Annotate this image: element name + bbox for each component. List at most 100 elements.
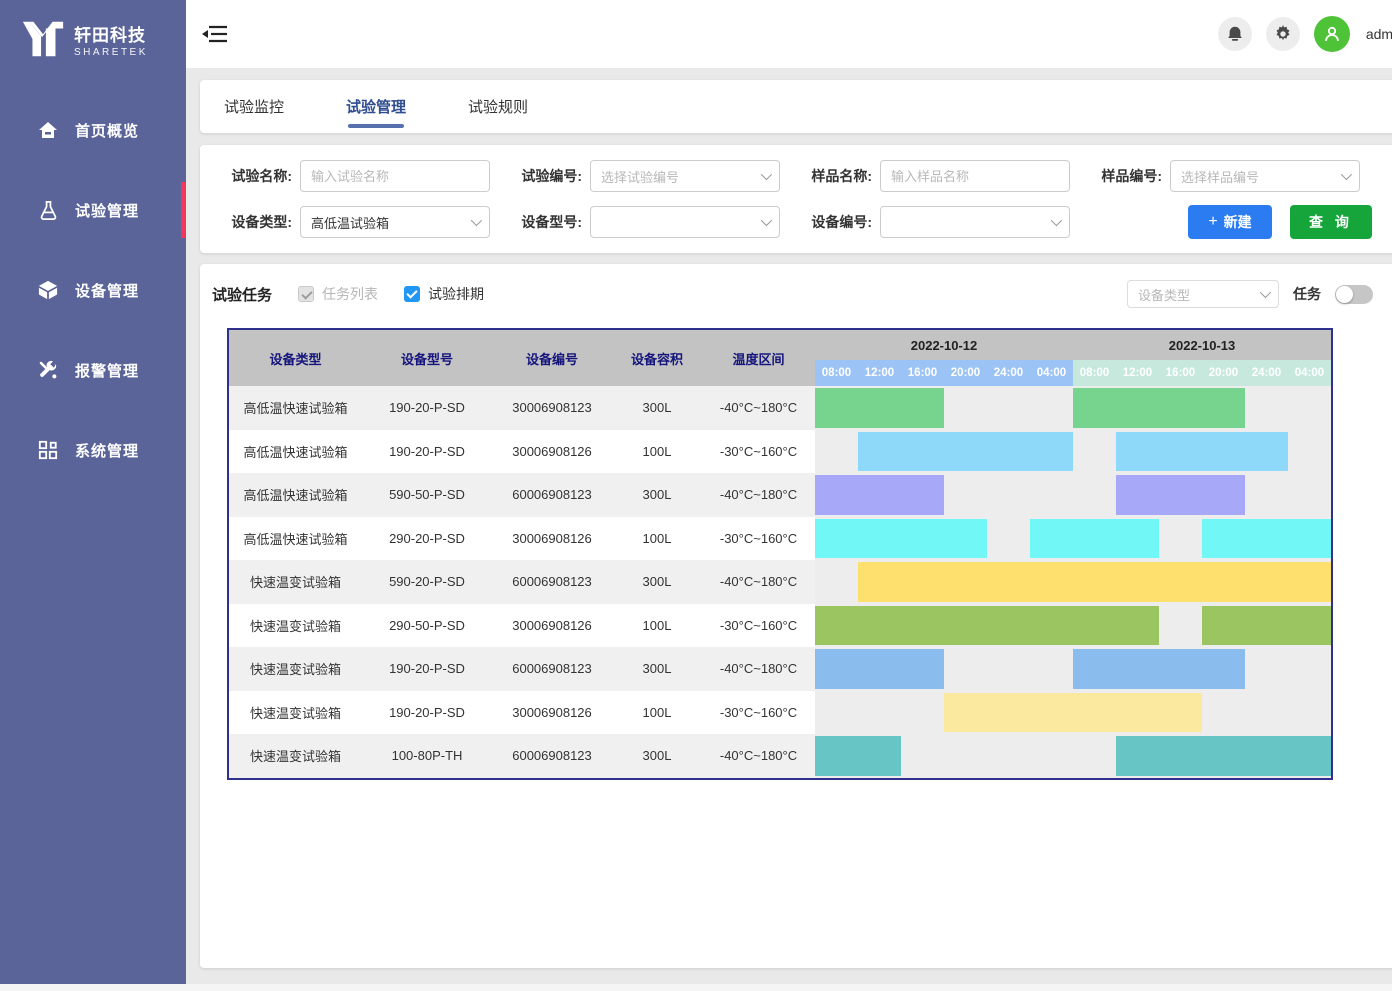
gantt-bar[interactable] bbox=[815, 736, 901, 776]
sample-name-input[interactable] bbox=[880, 160, 1070, 192]
gantt-track bbox=[815, 691, 1331, 735]
table-row: 高低温快速试验箱190-20-P-SD30006908126100L-30°C~… bbox=[229, 430, 1331, 474]
gantt-bar[interactable] bbox=[815, 388, 944, 428]
tab-test-management[interactable]: 试验管理 bbox=[344, 80, 408, 133]
chevron-down-icon bbox=[1051, 215, 1062, 226]
gantt-bar[interactable] bbox=[1116, 736, 1331, 776]
table-cell: 30006908126 bbox=[492, 604, 612, 648]
table-cell: -40°C~180°C bbox=[702, 386, 815, 430]
settings-gear-button[interactable] bbox=[1266, 17, 1300, 51]
gantt-bar[interactable] bbox=[1202, 519, 1331, 559]
device-model-select[interactable] bbox=[590, 206, 780, 238]
filter-row-1: 试验名称: 试验编号: 选择试验编号 样品名称: bbox=[212, 160, 1372, 192]
create-button-label: 新建 bbox=[1224, 212, 1252, 232]
gantt-track bbox=[815, 473, 1331, 517]
task-toggle-switch[interactable] bbox=[1335, 285, 1373, 304]
gantt-table: 设备类型设备型号设备编号设备容积温度区间 2022-10-122022-10-1… bbox=[227, 328, 1333, 780]
table-cell: 100L bbox=[612, 517, 702, 561]
gantt-bar[interactable] bbox=[815, 475, 944, 515]
filter-sample-name: 样品名称: bbox=[792, 160, 1082, 192]
table-cell: 快速温变试验箱 bbox=[229, 560, 362, 604]
table-cell: -40°C~180°C bbox=[702, 647, 815, 691]
table-cell: 高低温快速试验箱 bbox=[229, 517, 362, 561]
task-list-checkbox[interactable]: 任务列表 bbox=[298, 284, 378, 304]
table-cell: -40°C~180°C bbox=[702, 734, 815, 778]
task-panel: 试验任务 任务列表 试验排期 设备类型 任务 bbox=[200, 264, 1392, 968]
table-cell: 30006908126 bbox=[492, 517, 612, 561]
create-button[interactable]: +新建 bbox=[1188, 205, 1272, 239]
chevron-down-icon bbox=[761, 169, 772, 180]
table-cell: 300L bbox=[612, 386, 702, 430]
sidebar-item-alarm-management[interactable]: 报警管理 bbox=[0, 342, 186, 398]
checkbox-label: 试验排期 bbox=[428, 284, 484, 304]
tools-icon bbox=[37, 359, 59, 381]
gantt-bar[interactable] bbox=[1116, 432, 1288, 472]
filter-test-name: 试验名称: bbox=[212, 160, 502, 192]
sidebar-item-label: 系统管理 bbox=[75, 440, 139, 461]
device-type-select[interactable]: 高低温试验箱 bbox=[300, 206, 490, 238]
gantt-bar[interactable] bbox=[815, 606, 1159, 646]
sidebar-collapse-icon[interactable] bbox=[202, 24, 228, 44]
filter-label: 设备型号: bbox=[502, 212, 590, 232]
chevron-down-icon bbox=[761, 215, 772, 226]
table-cell: 60006908123 bbox=[492, 560, 612, 604]
select-placeholder: 选择试验编号 bbox=[601, 167, 761, 186]
table-cell: 300L bbox=[612, 734, 702, 778]
sidebar-item-device-management[interactable]: 设备管理 bbox=[0, 262, 186, 318]
notification-bell-button[interactable] bbox=[1218, 17, 1252, 51]
test-code-select[interactable]: 选择试验编号 bbox=[590, 160, 780, 192]
table-cell: 30006908123 bbox=[492, 386, 612, 430]
gantt-track bbox=[815, 517, 1331, 561]
tab-label: 试验管理 bbox=[346, 96, 406, 117]
gantt-tick-label: 24:00 bbox=[987, 367, 1030, 379]
search-button-label: 查 询 bbox=[1309, 212, 1353, 232]
table-row: 高低温快速试验箱590-50-P-SD60006908123300L-40°C~… bbox=[229, 473, 1331, 517]
brand-logo: 轩田科技 SHARETEK bbox=[0, 0, 186, 62]
filter-row-2: 设备类型: 高低温试验箱 设备型号: 设备 bbox=[212, 206, 1372, 238]
search-button[interactable]: 查 询 bbox=[1290, 205, 1372, 239]
gantt-bar[interactable] bbox=[1073, 388, 1245, 428]
gantt-tick-group: 08:0012:0016:0020:0024:0004:00 bbox=[815, 360, 1073, 386]
gantt-device-type-select[interactable]: 设备类型 bbox=[1127, 280, 1279, 308]
checkbox-checked-disabled-icon bbox=[298, 286, 314, 302]
gantt-column-headers: 设备类型设备型号设备编号设备容积温度区间 bbox=[229, 330, 815, 386]
gantt-header: 设备类型设备型号设备编号设备容积温度区间 2022-10-122022-10-1… bbox=[229, 330, 1331, 386]
table-cell: 高低温快速试验箱 bbox=[229, 430, 362, 474]
test-name-input[interactable] bbox=[300, 160, 490, 192]
bottom-strip bbox=[0, 984, 1392, 991]
filter-device-model: 设备型号: bbox=[502, 206, 792, 238]
gantt-bar[interactable] bbox=[858, 432, 1073, 472]
gantt-bar[interactable] bbox=[815, 649, 944, 689]
column-header: 设备容积 bbox=[612, 330, 702, 386]
tab-test-monitoring[interactable]: 试验监控 bbox=[222, 80, 286, 133]
gantt-bar[interactable] bbox=[1202, 606, 1331, 646]
sidebar-item-home[interactable]: 首页概览 bbox=[0, 102, 186, 158]
content-area: 试验监控 试验管理 试验规则 试验名称: 试验编号: 选择试验编号 bbox=[186, 68, 1392, 991]
brand-logo-icon bbox=[20, 16, 66, 62]
sidebar-item-test-management[interactable]: 试验管理 bbox=[0, 182, 186, 238]
user-avatar[interactable] bbox=[1314, 16, 1350, 52]
gantt-bar[interactable] bbox=[1116, 475, 1245, 515]
device-code-select[interactable] bbox=[880, 206, 1070, 238]
gantt-bar[interactable] bbox=[858, 562, 1331, 602]
tab-test-rules[interactable]: 试验规则 bbox=[466, 80, 530, 133]
tabs-bar: 试验监控 试验管理 试验规则 bbox=[200, 80, 1392, 133]
gantt-bar[interactable] bbox=[944, 693, 1202, 733]
tab-label: 试验监控 bbox=[224, 96, 284, 117]
gantt-bar[interactable] bbox=[1073, 649, 1245, 689]
sample-code-select[interactable]: 选择样品编号 bbox=[1170, 160, 1360, 192]
gantt-date-row: 2022-10-122022-10-13 bbox=[815, 330, 1331, 360]
gantt-bar[interactable] bbox=[1030, 519, 1159, 559]
gantt-bar[interactable] bbox=[815, 519, 987, 559]
table-cell: -30°C~160°C bbox=[702, 604, 815, 648]
table-cell: 快速温变试验箱 bbox=[229, 604, 362, 648]
test-schedule-checkbox[interactable]: 试验排期 bbox=[404, 284, 484, 304]
column-header: 设备型号 bbox=[362, 330, 492, 386]
gantt-track bbox=[815, 647, 1331, 691]
table-cell: 100L bbox=[612, 430, 702, 474]
table-cell: 290-50-P-SD bbox=[362, 604, 492, 648]
gantt-track bbox=[815, 430, 1331, 474]
table-cell: 590-50-P-SD bbox=[362, 473, 492, 517]
sidebar-item-system-management[interactable]: 系统管理 bbox=[0, 422, 186, 478]
table-cell: 100-80P-TH bbox=[362, 734, 492, 778]
